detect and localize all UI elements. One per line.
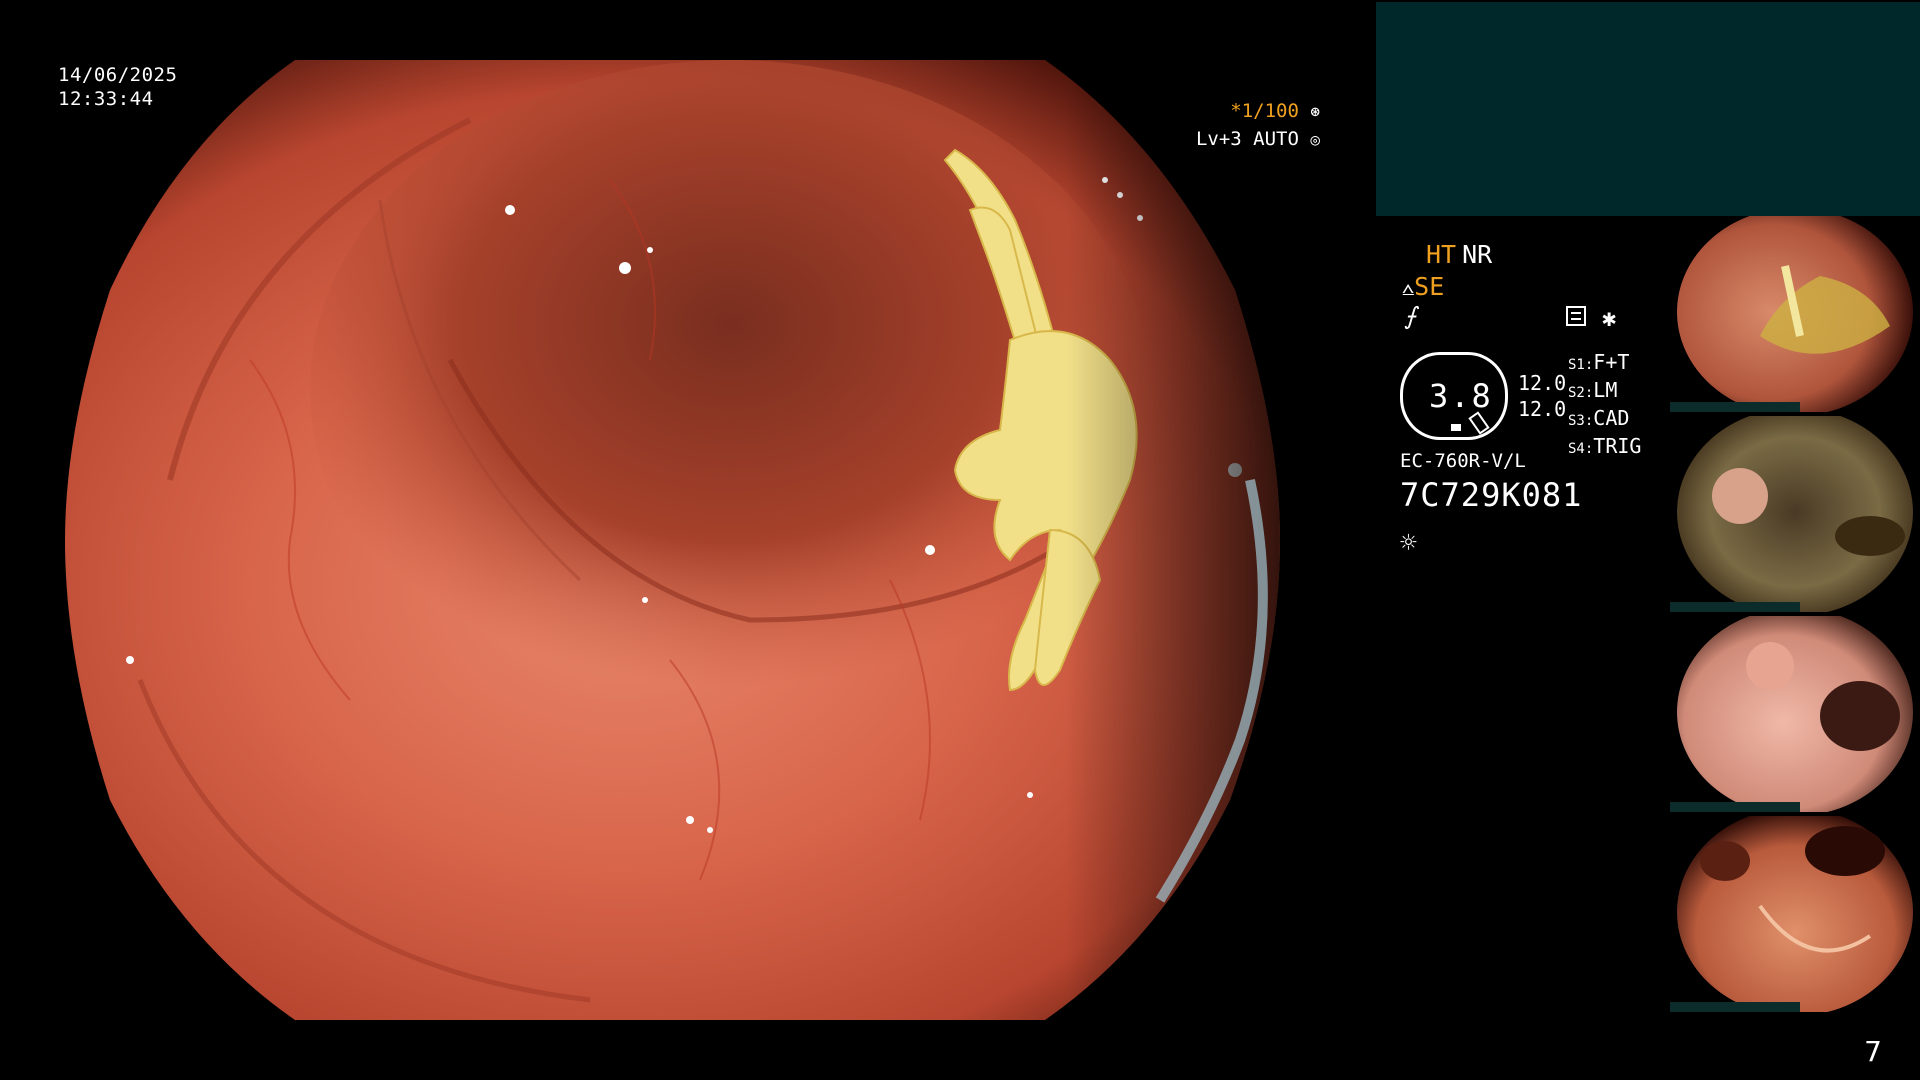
structure-enhance-icon: ⩟ — [1402, 276, 1415, 300]
thumbnail-3[interactable] — [1670, 616, 1920, 812]
memory-icon — [1566, 306, 1586, 326]
se-row: ⩟SE — [1402, 272, 1444, 301]
thumbnail-4[interactable] — [1670, 816, 1920, 1012]
scope-values: 12.0 12.0 — [1518, 370, 1566, 422]
scope-value: 3.8 — [1429, 377, 1493, 415]
endoscopic-main-image — [50, 60, 1320, 1020]
switch-list: S1:F+T S2:LM S3:CAD S4:TRIG — [1568, 350, 1641, 462]
magnification-readout: *1/100 ⊛ — [1230, 100, 1320, 122]
switch-item: S4:TRIG — [1568, 434, 1642, 458]
thumbnail-2[interactable] — [1670, 416, 1920, 612]
magnification-value: *1/100 — [1230, 100, 1299, 122]
level-readout: Lv+3 AUTO ◎ — [1196, 128, 1320, 150]
freeze-icon: ⨍ — [1404, 302, 1417, 330]
scope-dot-icon — [1451, 424, 1461, 431]
page-number: 7 — [1864, 1035, 1882, 1068]
ht-nr-row: HT NR — [1426, 240, 1492, 269]
value-2: 12.0 — [1518, 397, 1567, 421]
auto-iris-icon: ◎ — [1310, 130, 1320, 149]
scope-indicator: 3.8 — [1400, 352, 1508, 440]
star-icon: ✱ — [1602, 304, 1617, 332]
switch-item: S1:F+T — [1568, 350, 1630, 374]
info-panel — [1376, 2, 1920, 216]
se-indicator: SE — [1414, 272, 1445, 301]
switch-item: S3:CAD — [1568, 406, 1630, 430]
light-icon: ☼ — [1400, 526, 1417, 559]
shutter-icon: ⊛ — [1310, 102, 1320, 121]
nr-indicator: NR — [1462, 240, 1493, 269]
scope-model: EC-760R-V/L — [1400, 450, 1526, 472]
endoscopy-screen: 14/06/2025 12:33:44 *1/100 ⊛ Lv+3 AUTO ◎… — [0, 0, 1920, 1080]
level-value: Lv+3 AUTO — [1195, 128, 1299, 150]
thumbnail-1[interactable] — [1670, 216, 1920, 412]
switch-item: S2:LM — [1568, 378, 1618, 402]
date-display: 14/06/2025 — [58, 64, 178, 86]
value-1: 12.0 — [1518, 371, 1567, 395]
time-display: 12:33:44 — [58, 88, 154, 110]
scope-serial: 7C729K081 — [1400, 476, 1583, 514]
ht-indicator: HT — [1426, 240, 1457, 269]
